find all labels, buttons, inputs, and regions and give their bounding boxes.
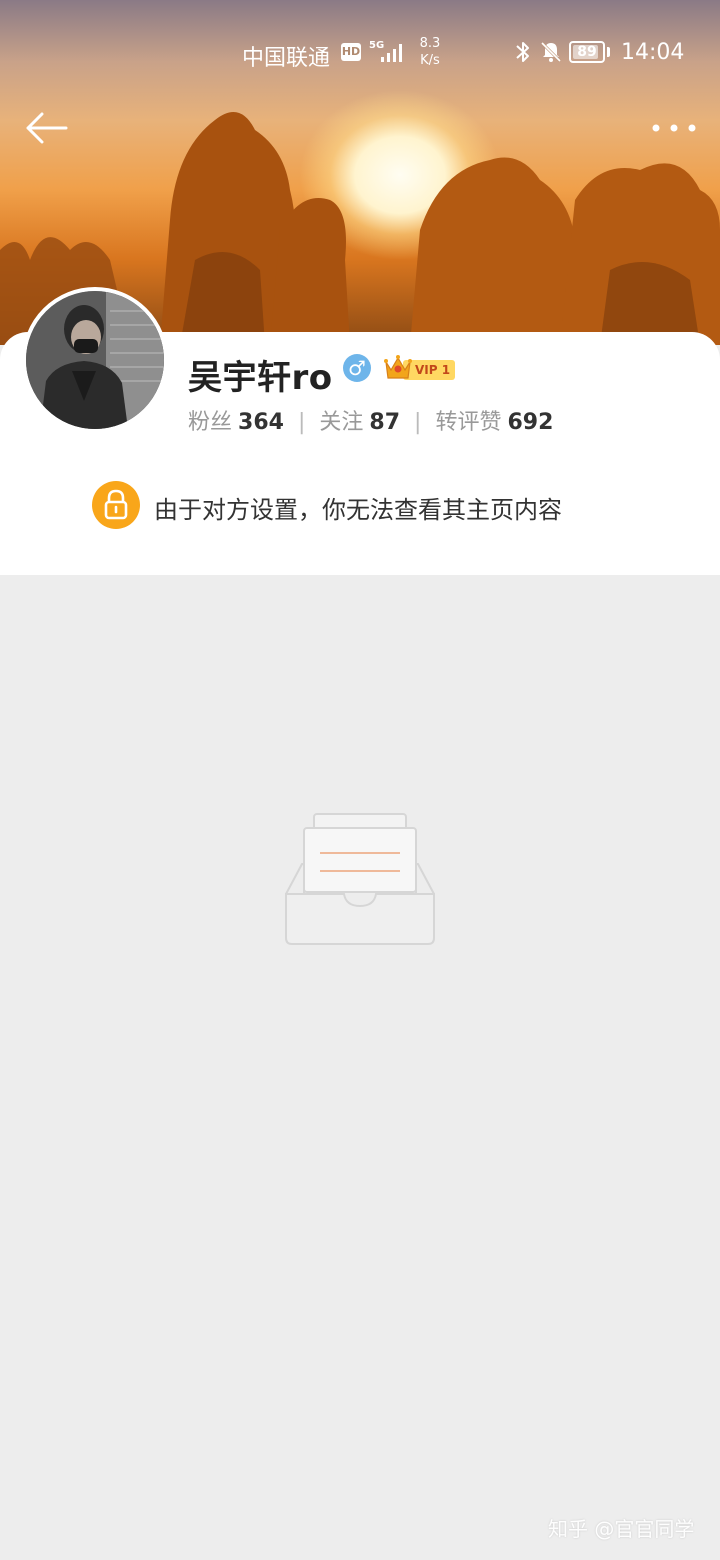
arrow-left-icon bbox=[26, 112, 68, 144]
stat-divider: | bbox=[297, 410, 306, 435]
stat-value: 364 bbox=[238, 410, 284, 435]
stat-value: 692 bbox=[507, 410, 554, 435]
stat-label: 粉丝 bbox=[188, 410, 233, 435]
stat-label: 转评赞 bbox=[435, 410, 502, 435]
bell-off-icon bbox=[540, 41, 562, 63]
lock-icon bbox=[92, 481, 140, 529]
status-bar: 中国联通 HD 5G 8.3 K/s 89 14:04 bbox=[0, 30, 720, 78]
avatar-photo bbox=[26, 291, 164, 429]
more-horizontal-icon bbox=[652, 124, 696, 132]
speed-unit: K/s bbox=[420, 53, 440, 68]
clock: 14:04 bbox=[621, 40, 685, 65]
empty-inbox-icon bbox=[285, 813, 435, 945]
vip-badge[interactable]: VIP 1 bbox=[383, 352, 457, 384]
battery-indicator: 89 bbox=[569, 41, 605, 63]
bluetooth-icon bbox=[516, 42, 529, 62]
back-button[interactable] bbox=[22, 108, 70, 148]
stat-divider: | bbox=[414, 410, 422, 435]
stat-likes[interactable]: 转评赞 692 bbox=[435, 404, 553, 436]
more-options-button[interactable] bbox=[648, 116, 700, 140]
battery-tip bbox=[607, 47, 610, 57]
stat-value: 87 bbox=[369, 410, 401, 435]
stat-following[interactable]: 关注 87 bbox=[319, 404, 400, 436]
crown-icon bbox=[384, 355, 412, 379]
avatar[interactable] bbox=[22, 287, 168, 433]
hd-badge: HD bbox=[341, 43, 361, 61]
signal-strength-icon bbox=[381, 44, 402, 62]
male-gender-icon: ♂ bbox=[343, 354, 371, 382]
carrier-name: 中国联通 bbox=[242, 46, 331, 71]
profile-stats: 粉丝 364 | 关注 87 | 转评赞 692 bbox=[188, 404, 553, 436]
watermark: 知乎 @官官同学 bbox=[548, 1517, 695, 1541]
network-speed: 8.3 K/s bbox=[417, 35, 443, 69]
speed-value: 8.3 bbox=[419, 36, 441, 51]
stat-label: 关注 bbox=[319, 410, 364, 435]
privacy-message: 由于对方设置，你无法查看其主页内容 bbox=[154, 496, 562, 524]
battery-level: 89 bbox=[577, 44, 597, 60]
username: 吴宇轩ro bbox=[188, 358, 333, 398]
stat-followers[interactable]: 粉丝 364 bbox=[188, 404, 284, 436]
